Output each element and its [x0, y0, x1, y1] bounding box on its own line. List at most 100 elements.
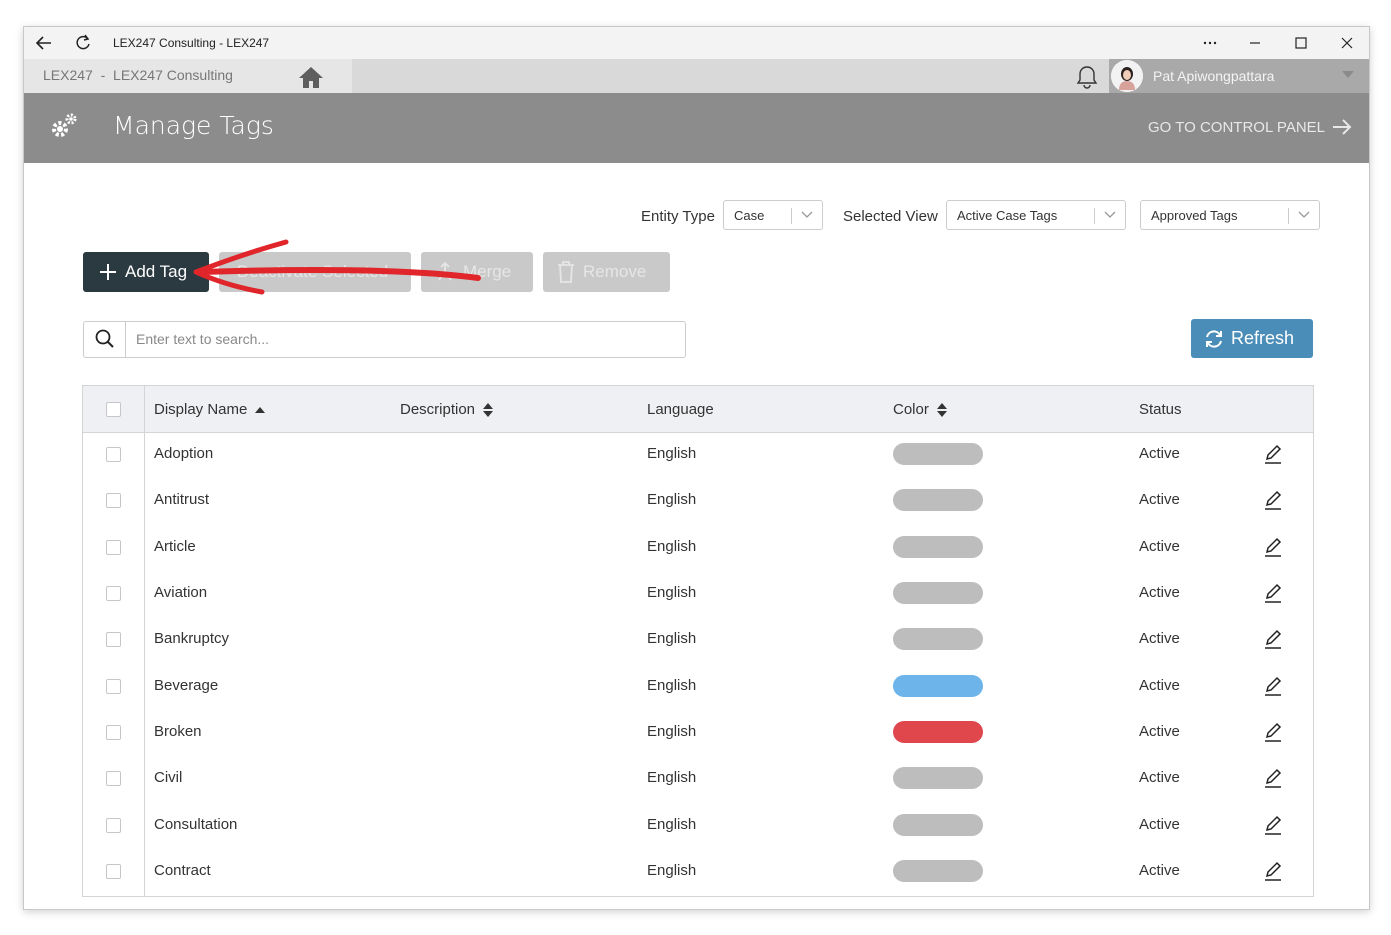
tags-table: Display Name Description Language Color … — [82, 385, 1314, 897]
close-icon[interactable] — [1336, 33, 1358, 53]
row-checkbox[interactable] — [106, 771, 121, 786]
edit-icon[interactable] — [1264, 815, 1282, 835]
refresh-icon[interactable] — [73, 33, 93, 53]
approval-filter-select[interactable]: Approved Tags — [1140, 200, 1320, 230]
row-checkbox[interactable] — [106, 679, 121, 694]
merge-icon — [438, 262, 452, 281]
edit-icon[interactable] — [1264, 861, 1282, 881]
tag-color-swatch — [893, 860, 983, 882]
column-header-language[interactable]: Language — [647, 401, 714, 418]
tag-status: Active — [1139, 445, 1180, 462]
table-row[interactable]: Broken English Active — [83, 710, 1313, 756]
breadcrumb[interactable]: LEX247 - LEX247 Consulting — [24, 59, 270, 93]
edit-icon[interactable] — [1264, 537, 1282, 557]
more-options-icon[interactable] — [1199, 33, 1221, 53]
deactivate-button[interactable]: Deactivate Selected — [219, 252, 411, 292]
tag-color-swatch — [893, 489, 983, 511]
table-row[interactable]: Aviation English Active — [83, 571, 1313, 617]
table-row[interactable]: Antitrust English Active — [83, 478, 1313, 524]
row-checkbox[interactable] — [106, 725, 121, 740]
control-panel-link[interactable]: GO TO CONTROL PANEL — [1148, 117, 1353, 137]
column-header-status[interactable]: Status — [1139, 401, 1182, 418]
tag-language: English — [647, 630, 697, 647]
minimize-icon[interactable] — [1244, 33, 1266, 53]
edit-icon[interactable] — [1264, 490, 1282, 510]
select-separator — [791, 208, 792, 224]
row-checkbox[interactable] — [106, 540, 121, 555]
deactivate-label: Deactivate Selected — [237, 262, 389, 281]
table-row[interactable]: Consultation English Active — [83, 803, 1313, 849]
tag-color-swatch — [893, 767, 983, 789]
search-box — [83, 321, 686, 358]
edit-icon[interactable] — [1264, 768, 1282, 788]
tag-language: English — [647, 538, 697, 555]
row-checkbox[interactable] — [106, 864, 121, 879]
remove-label: Remove — [583, 262, 647, 281]
merge-label: Merge — [463, 262, 512, 281]
search-icon — [95, 329, 114, 348]
row-checkbox[interactable] — [106, 586, 121, 601]
home-button[interactable] — [270, 59, 352, 93]
tag-status: Active — [1139, 723, 1180, 740]
table-row[interactable]: Bankruptcy English Active — [83, 617, 1313, 663]
remove-button[interactable]: Remove — [543, 252, 670, 292]
edit-icon[interactable] — [1264, 676, 1282, 696]
refresh-button[interactable]: Refresh — [1191, 319, 1313, 358]
column-header-description[interactable]: Description — [400, 401, 494, 418]
search-button[interactable] — [84, 322, 126, 357]
tag-name: Contract — [154, 862, 211, 879]
entity-type-value: Case — [734, 208, 765, 223]
search-input[interactable] — [134, 330, 658, 348]
bell-icon[interactable] — [1074, 64, 1100, 90]
chevron-down-icon — [1342, 71, 1354, 78]
column-header-label: Color — [893, 401, 929, 418]
control-panel-link-label: GO TO CONTROL PANEL — [1148, 118, 1325, 136]
approval-filter-value: Approved Tags — [1151, 208, 1238, 223]
row-checkbox[interactable] — [106, 447, 121, 462]
row-checkbox[interactable] — [106, 632, 121, 647]
tag-name: Beverage — [154, 677, 219, 694]
edit-icon[interactable] — [1264, 583, 1282, 603]
table-row[interactable]: Contract English Active — [83, 849, 1313, 895]
trash-icon — [558, 261, 574, 283]
app-bar: LEX247 - LEX247 Consulting Pat Apiwongpa… — [24, 59, 1369, 93]
tag-language: English — [647, 723, 697, 740]
select-all-checkbox[interactable] — [106, 402, 121, 417]
edit-icon[interactable] — [1264, 629, 1282, 649]
back-arrow-icon[interactable] — [34, 33, 54, 53]
merge-button[interactable]: Merge — [421, 252, 533, 292]
table-row[interactable]: Beverage English Active — [83, 664, 1313, 710]
table-row[interactable]: Article English Active — [83, 525, 1313, 571]
tag-language: English — [647, 445, 697, 462]
edit-icon[interactable] — [1264, 444, 1282, 464]
tag-language: English — [647, 584, 697, 601]
tag-color-swatch — [893, 721, 983, 743]
table-row[interactable]: Adoption English Active — [83, 432, 1313, 478]
column-header-display-name[interactable]: Display Name — [154, 401, 266, 418]
row-checkbox[interactable] — [106, 493, 121, 508]
user-menu[interactable]: Pat Apiwongpattara — [1109, 59, 1369, 93]
column-header-color[interactable]: Color — [893, 401, 947, 418]
column-header-label: Display Name — [154, 401, 248, 418]
tag-language: English — [647, 769, 697, 786]
edit-icon[interactable] — [1264, 722, 1282, 742]
tag-status: Active — [1139, 862, 1180, 879]
tag-language: English — [647, 862, 697, 879]
plus-icon — [100, 264, 116, 280]
selected-view-select[interactable]: Active Case Tags — [946, 200, 1126, 230]
table-row[interactable]: Civil English Active — [83, 756, 1313, 802]
row-checkbox[interactable] — [106, 818, 121, 833]
tag-color-swatch — [893, 675, 983, 697]
tag-name: Civil — [154, 769, 183, 786]
column-header-label: Language — [647, 401, 714, 418]
gears-icon — [52, 113, 77, 137]
select-separator — [1094, 208, 1095, 224]
tag-color-swatch — [893, 582, 983, 604]
maximize-icon[interactable] — [1290, 33, 1312, 53]
entity-type-select[interactable]: Case — [723, 200, 823, 230]
add-tag-button[interactable]: Add Tag — [83, 252, 209, 292]
entity-type-label: Entity Type — [641, 208, 715, 225]
tag-status: Active — [1139, 584, 1180, 601]
column-header-label: Status — [1139, 401, 1182, 418]
refresh-label: Refresh — [1231, 328, 1295, 348]
